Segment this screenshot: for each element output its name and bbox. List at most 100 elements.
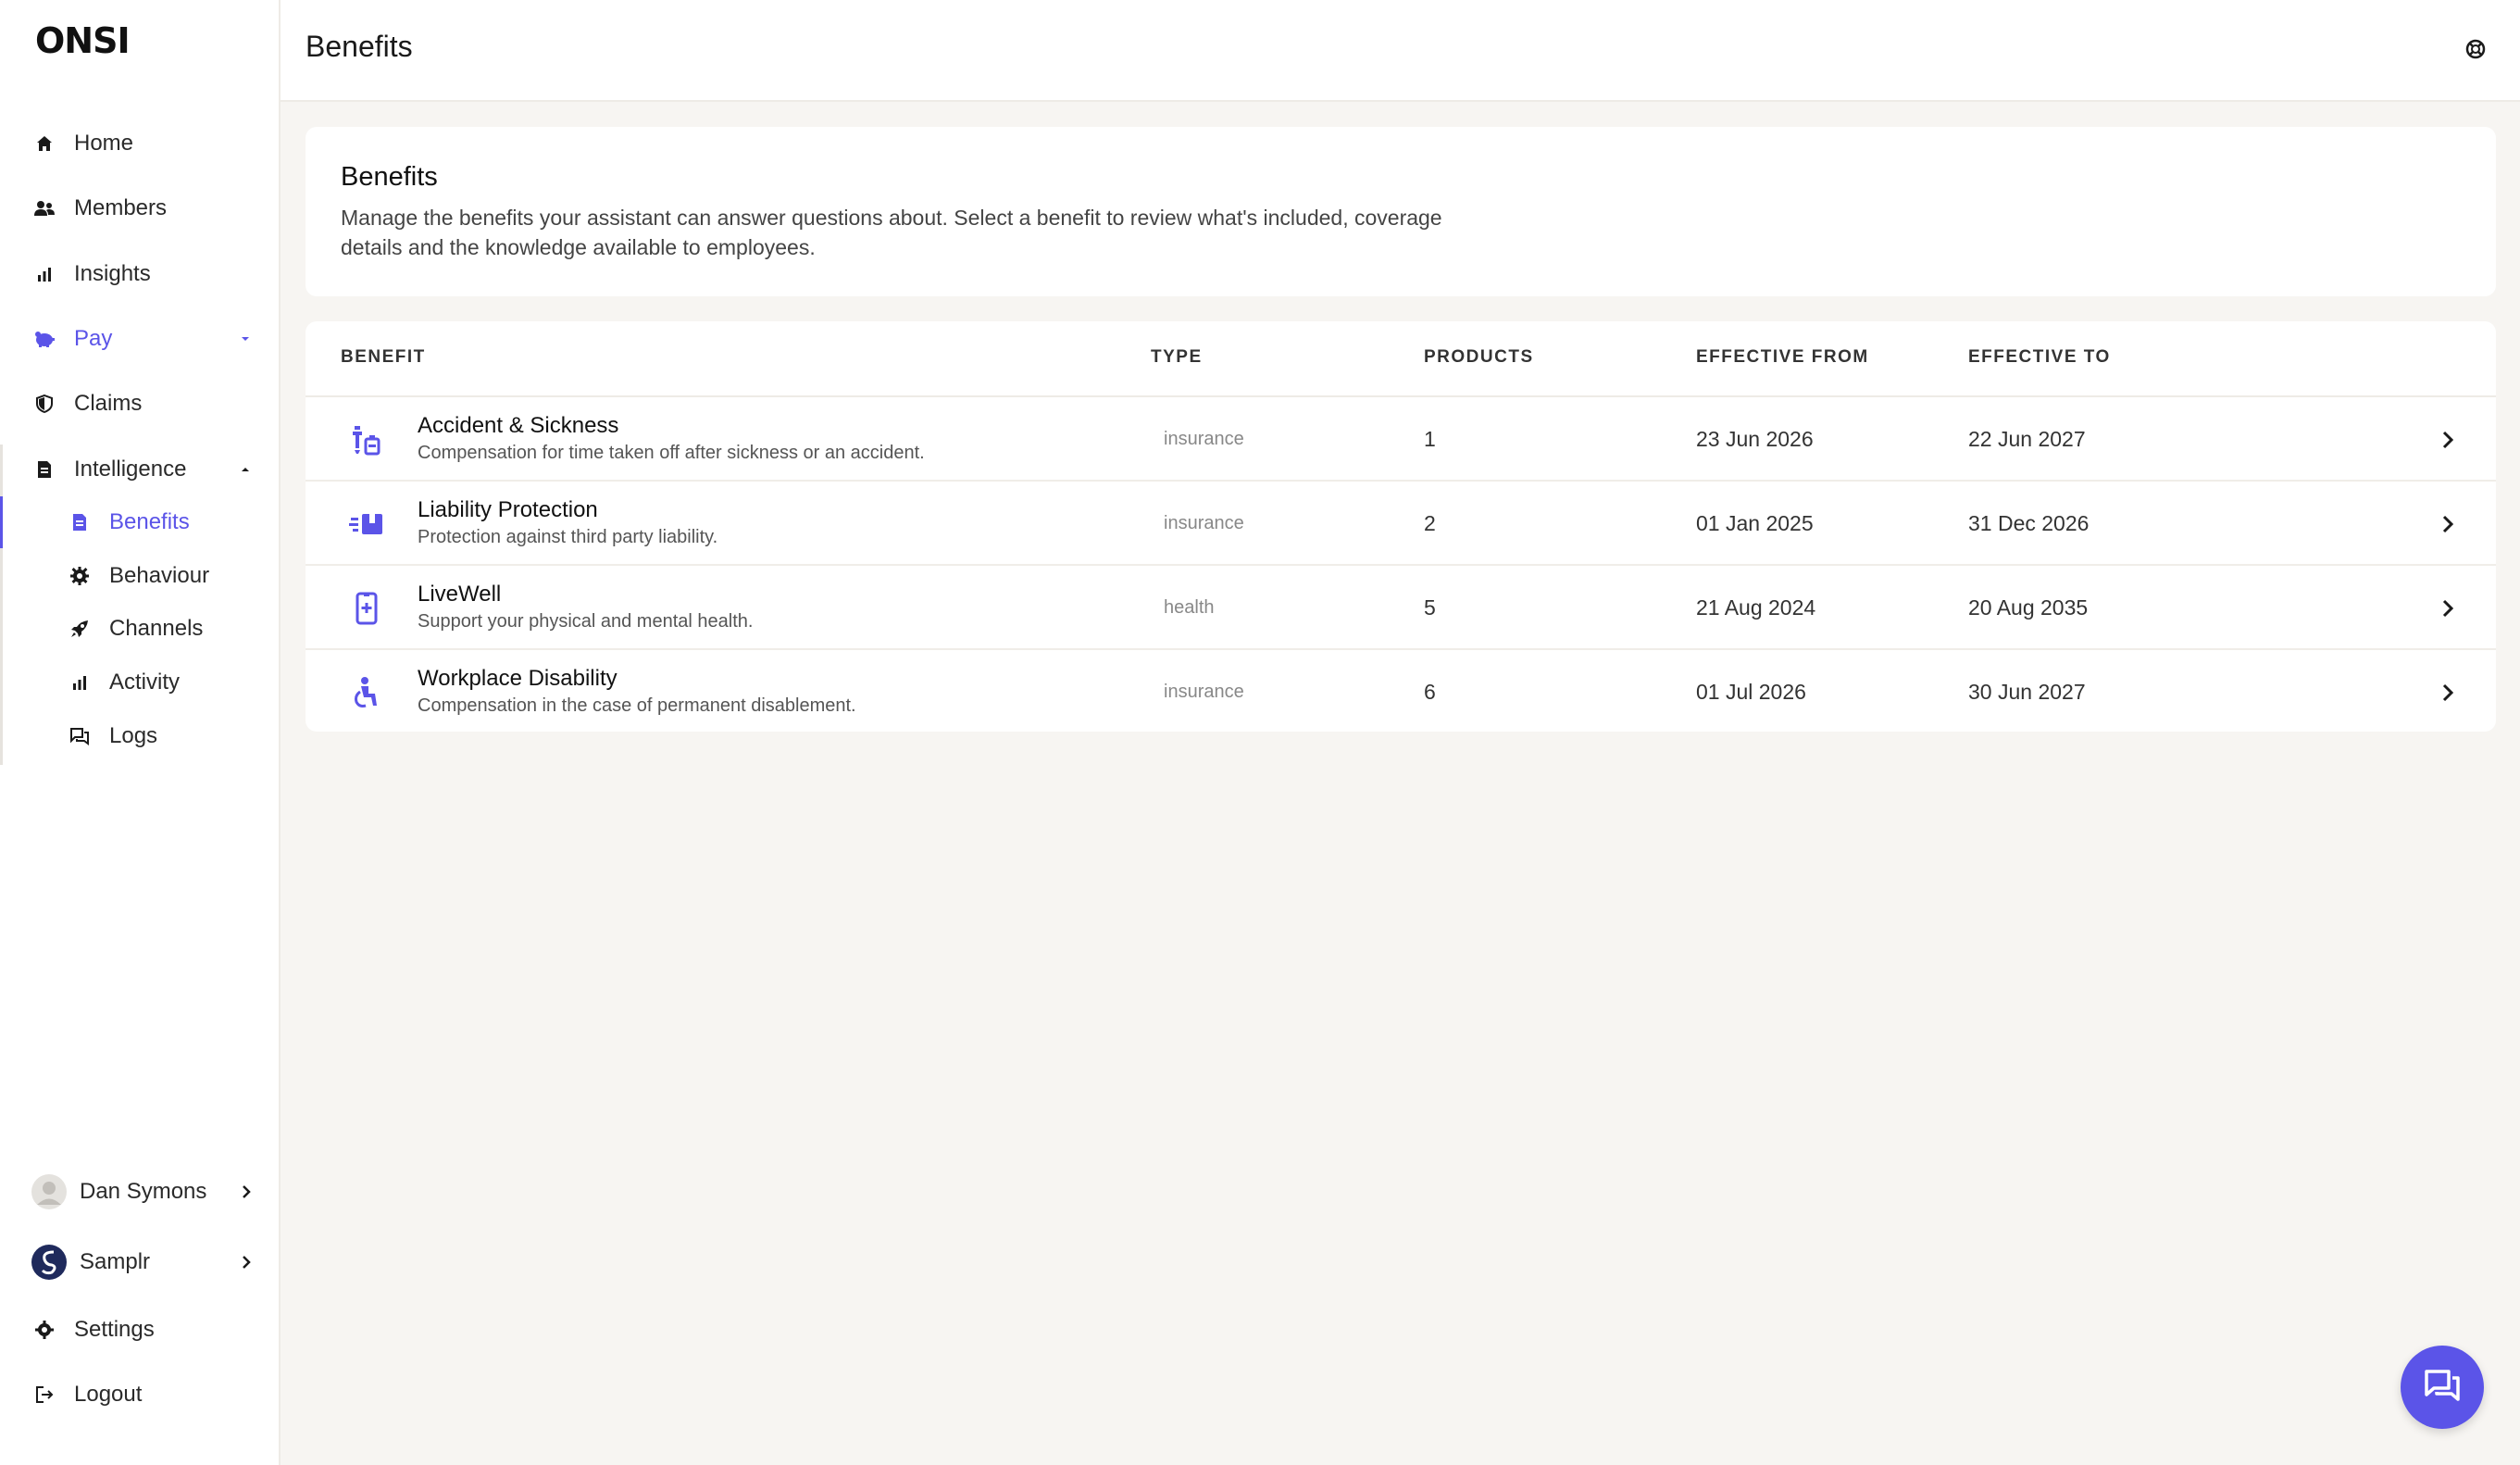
column-header-effective-to[interactable]: EFFECTIVE TO — [1968, 347, 2111, 368]
sidebar-item-label: Home — [74, 131, 134, 156]
sidebar-item-settings[interactable]: Settings — [0, 1306, 281, 1354]
sidebar: ONSI Home Members Insights Pay Claims In… — [0, 0, 281, 1465]
column-header-benefit[interactable]: BENEFIT — [341, 347, 426, 368]
user-name: Dan Symons — [80, 1179, 207, 1204]
chat-icon — [2424, 1369, 2461, 1407]
rocket-icon — [69, 618, 91, 640]
app: ONSI Home Members Insights Pay Claims In… — [0, 0, 2520, 1465]
benefit-name: Accident & Sickness — [418, 413, 619, 438]
sidebar-item-label: Claims — [74, 391, 143, 416]
bar-chart-icon — [33, 263, 56, 285]
sidebar-subitem-behaviour[interactable]: Behaviour — [0, 552, 281, 600]
logo: ONSI — [35, 20, 131, 61]
table-row[interactable]: Workplace Disability Compensation in the… — [306, 651, 2496, 734]
benefit-name: Workplace Disability — [418, 666, 618, 691]
intro-title: Benefits — [341, 162, 438, 192]
benefit-effective-from: 21 Aug 2024 — [1696, 595, 1816, 620]
sidebar-item-label: Members — [74, 195, 168, 220]
user-menu[interactable]: Dan Symons — [0, 1166, 281, 1218]
page-title: Benefits — [306, 30, 413, 63]
sidebar-subitem-label: Benefits — [109, 509, 190, 534]
benefit-effective-to: 30 Jun 2027 — [1968, 680, 2086, 704]
caret-down-icon — [240, 333, 251, 344]
document-icon — [33, 458, 56, 481]
document-icon — [69, 511, 91, 533]
home-icon — [33, 132, 56, 155]
chevron-right-icon[interactable] — [2440, 513, 2455, 535]
benefit-name: Liability Protection — [418, 497, 598, 522]
column-header-effective-from[interactable]: EFFECTIVE FROM — [1696, 347, 1869, 368]
benefit-name: LiveWell — [418, 582, 502, 607]
gear-icon — [33, 1319, 56, 1341]
table-row[interactable]: LiveWell Support your physical and menta… — [306, 567, 2496, 650]
phone-medical-icon — [348, 590, 385, 627]
sidebar-subitem-label: Activity — [109, 670, 181, 695]
sidebar-item-intelligence[interactable]: Intelligence — [0, 445, 281, 494]
sidebar-item-label: Pay — [74, 326, 113, 351]
top-bar: Benefits — [281, 0, 2520, 102]
intro-description: Manage the benefits your assistant can a… — [341, 206, 1442, 259]
sidebar-item-home[interactable]: Home — [0, 119, 281, 168]
sidebar-subitem-label: Logs — [109, 723, 158, 748]
org-menu[interactable]: Samplr — [0, 1236, 281, 1288]
sidebar-subitem-benefits[interactable]: Benefits — [0, 498, 281, 546]
benefit-effective-to: 22 Jun 2027 — [1968, 427, 2086, 451]
table-row[interactable]: Liability Protection Protection against … — [306, 482, 2496, 566]
sidebar-subitem-label: Behaviour — [109, 563, 210, 588]
medical-equipment-icon — [348, 421, 385, 458]
benefit-type: health — [1164, 597, 1215, 618]
caret-up-icon — [240, 464, 251, 475]
sidebar-item-label: Settings — [74, 1317, 155, 1342]
benefit-effective-to: 31 Dec 2026 — [1968, 511, 2090, 535]
sidebar-subitem-channels[interactable]: Channels — [0, 605, 281, 653]
sidebar-item-members[interactable]: Members — [0, 184, 281, 232]
intro-card: Benefits Manage the benefits your assist… — [306, 127, 2496, 296]
benefit-type: insurance — [1164, 513, 1244, 533]
benefit-products: 5 — [1424, 595, 1436, 620]
fast-box-icon — [348, 506, 385, 543]
sidebar-item-label: Intelligence — [74, 457, 187, 482]
chevron-right-icon[interactable] — [2440, 682, 2455, 704]
sidebar-item-claims[interactable]: Claims — [0, 380, 281, 428]
benefit-effective-from: 23 Jun 2026 — [1696, 427, 1814, 451]
chevron-right-icon — [240, 1253, 253, 1271]
chat-bubbles-icon — [69, 725, 91, 747]
column-header-products[interactable]: PRODUCTS — [1424, 347, 1534, 368]
chevron-right-icon[interactable] — [2440, 597, 2455, 620]
org-avatar — [31, 1245, 67, 1280]
benefit-description: Compensation in the case of permanent di… — [418, 695, 856, 716]
table-row[interactable]: Accident & Sickness Compensation for tim… — [306, 398, 2496, 482]
table-header: BENEFIT TYPE PRODUCTS EFFECTIVE FROM EFF… — [306, 321, 2496, 397]
benefit-products: 2 — [1424, 511, 1436, 535]
sidebar-item-label: Insights — [74, 261, 151, 286]
piggy-bank-icon — [33, 328, 56, 350]
users-icon — [33, 197, 56, 219]
chevron-right-icon[interactable] — [2440, 429, 2455, 451]
help-lifebuoy-icon[interactable] — [2464, 38, 2487, 60]
benefit-products: 1 — [1424, 427, 1436, 451]
shield-icon — [33, 393, 56, 415]
logout-icon — [33, 1384, 56, 1406]
chat-button[interactable] — [2401, 1346, 2484, 1429]
sidebar-subitem-label: Channels — [109, 616, 204, 641]
gear-icon — [69, 565, 91, 587]
benefit-products: 6 — [1424, 680, 1436, 704]
sidebar-subitem-logs[interactable]: Logs — [0, 712, 281, 760]
benefit-type: insurance — [1164, 429, 1244, 449]
bar-chart-icon — [69, 671, 91, 694]
benefit-description: Compensation for time taken off after si… — [418, 443, 925, 463]
benefit-effective-from: 01 Jul 2026 — [1696, 680, 1806, 704]
accessibility-icon — [348, 674, 385, 711]
chevron-right-icon — [240, 1183, 253, 1201]
org-name: Samplr — [80, 1249, 151, 1274]
benefit-effective-to: 20 Aug 2035 — [1968, 595, 2089, 620]
sidebar-item-pay[interactable]: Pay — [0, 315, 281, 363]
benefit-description: Protection against third party liability… — [418, 527, 718, 547]
benefit-effective-from: 01 Jan 2025 — [1696, 511, 1814, 535]
benefits-table: BENEFIT TYPE PRODUCTS EFFECTIVE FROM EFF… — [306, 321, 2496, 732]
column-header-type[interactable]: TYPE — [1151, 347, 1203, 368]
sidebar-subitem-activity[interactable]: Activity — [0, 658, 281, 707]
sidebar-item-logout[interactable]: Logout — [0, 1371, 281, 1419]
sidebar-item-insights[interactable]: Insights — [0, 250, 281, 298]
sidebar-item-label: Logout — [74, 1382, 143, 1407]
